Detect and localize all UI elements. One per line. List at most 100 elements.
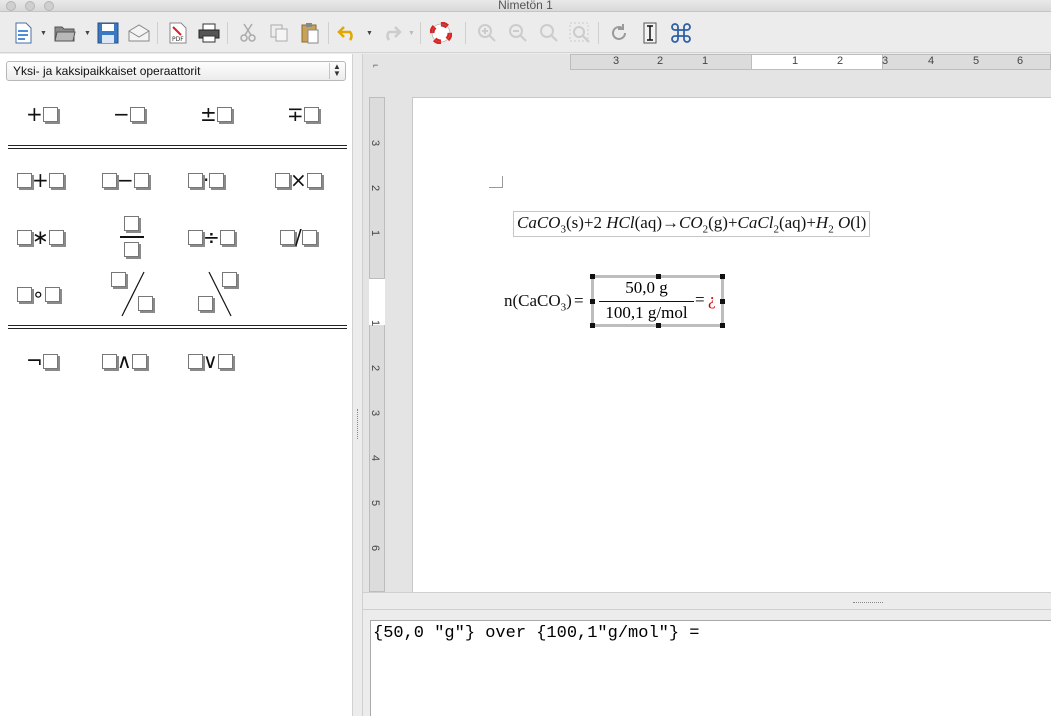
open-button[interactable] (52, 20, 78, 46)
paste-button[interactable] (297, 20, 323, 46)
formula-cursor-button[interactable] (637, 20, 663, 46)
email-button[interactable] (126, 20, 152, 46)
placeholder-box-icon (102, 173, 117, 188)
zoom-in-button[interactable] (474, 20, 500, 46)
wide-backslash-element[interactable] (195, 268, 247, 318)
ruler-number: 5 (369, 499, 382, 507)
wide-slash-element[interactable] (108, 268, 160, 318)
copy-icon (270, 24, 288, 42)
element-category-value: Yksi- ja kaksipaikkaiset operaattorit (13, 64, 201, 78)
new-document-button[interactable] (10, 20, 36, 46)
placeholder-box-icon (17, 230, 32, 245)
binary-cdot-element[interactable]: · (188, 170, 225, 192)
editor-splitter[interactable] (363, 592, 1051, 610)
new-document-icon (15, 22, 32, 44)
open-dropdown-arrow[interactable]: ▼ (84, 30, 91, 37)
refresh-button[interactable] (606, 20, 632, 46)
placeholder-box-icon (209, 173, 225, 188)
cut-icon (240, 23, 256, 42)
document-page[interactable]: CaCO3(s)+2 HCl(aq)→CO2(g)+CaCl2(aq)+H2 O… (412, 97, 1051, 592)
resize-handle[interactable] (720, 274, 725, 279)
redo-button[interactable] (378, 20, 404, 46)
reaction-equation[interactable]: CaCO3(s)+2 HCl(aq)→CO2(g)+CaCl2(aq)+H2 O… (513, 211, 871, 238)
svg-text:PDF: PDF (172, 36, 184, 43)
command-editor[interactable]: {50,0 "g"} over {100,1"g/mol"} = (370, 620, 1051, 716)
binary-slash-element[interactable]: / (280, 227, 317, 249)
resize-handle[interactable] (590, 323, 595, 328)
margin-corner-mark (489, 176, 503, 188)
symbol-label: ∧ (117, 349, 132, 373)
placeholder-box-icon (42, 354, 58, 369)
binary-divide-element[interactable]: ÷ (188, 227, 235, 249)
resize-handle[interactable] (720, 299, 725, 304)
element-category-select[interactable]: Yksi- ja kaksipaikkaiset operaattorit ▲ ▼ (6, 61, 346, 81)
ruler-number: 3 (882, 55, 889, 67)
redo-dropdown-arrow[interactable]: ▼ (408, 30, 415, 37)
binary-asterisk-element[interactable]: ∗ (17, 227, 64, 249)
logic-and-element[interactable]: ∧ (102, 351, 147, 373)
ruler-number: 2 (369, 364, 382, 372)
binary-times-element[interactable]: × (275, 170, 322, 192)
ruler-number: 3 (369, 139, 382, 147)
panel-splitter[interactable] (352, 54, 363, 716)
copy-button[interactable] (266, 20, 292, 46)
symbol-label: ∓ (287, 102, 304, 126)
cut-button[interactable] (235, 20, 261, 46)
undo-dropdown-arrow[interactable]: ▼ (366, 30, 373, 37)
logic-not-element[interactable]: ¬ (26, 351, 58, 373)
zoom-100-icon (540, 24, 558, 42)
logic-or-element[interactable]: ∨ (188, 351, 233, 373)
fraction-bar (120, 236, 144, 238)
resize-handle[interactable] (590, 274, 595, 279)
paste-icon (301, 23, 319, 44)
new-dropdown-arrow[interactable]: ▼ (40, 30, 47, 37)
unary-plus-element[interactable]: + (26, 104, 58, 126)
resize-handle[interactable] (590, 299, 595, 304)
fraction-element[interactable] (120, 214, 146, 262)
placeholder-box-icon (275, 173, 290, 188)
placeholder-box-icon (48, 173, 64, 188)
chevron-updown-icon: ▲ ▼ (329, 63, 344, 79)
placeholder-box-icon (198, 296, 213, 311)
horizontal-ruler[interactable]: 3 2 1 1 2 3 4 5 6 (570, 54, 1051, 70)
placeholder-box-icon (42, 107, 58, 122)
standard-toolbar: ▼ ▼ PDF ▼ ▼ (0, 13, 1051, 53)
open-folder-icon (54, 26, 76, 42)
unary-plus-minus-element[interactable]: ± (200, 104, 232, 126)
ruler-number: 1 (369, 229, 382, 237)
selected-formula-frame[interactable]: 50,0 g 100,1 g/mol = ¿ (590, 274, 725, 328)
print-button[interactable] (196, 20, 222, 46)
undo-button[interactable] (335, 20, 361, 46)
unary-minus-plus-element[interactable]: ∓ (287, 104, 319, 126)
window-title: Nimetön 1 (498, 0, 553, 12)
vertical-ruler[interactable]: 3 2 1 1 2 3 4 5 6 (369, 97, 385, 592)
resize-handle[interactable] (720, 323, 725, 328)
undo-icon (337, 26, 353, 41)
zoom-out-button[interactable] (505, 20, 531, 46)
redo-icon (386, 26, 402, 41)
save-button[interactable] (95, 20, 121, 46)
binary-plus-element[interactable]: + (17, 170, 64, 192)
ruler-number: 4 (928, 55, 935, 67)
symbols-button[interactable] (668, 20, 694, 46)
save-icon (97, 22, 119, 44)
section-divider (8, 325, 347, 329)
placeholder-box-icon (48, 230, 64, 245)
zoom-out-icon (509, 24, 527, 42)
resize-handle[interactable] (656, 323, 661, 328)
ruler-number: 5 (973, 55, 980, 67)
unary-minus-element[interactable]: − (113, 104, 145, 126)
placeholder-box-icon (219, 230, 235, 245)
symbol-label: ÷ (203, 225, 220, 249)
binary-circ-element[interactable]: ∘ (17, 284, 60, 306)
symbol-label: ∘ (32, 282, 45, 306)
ruler-page-area (369, 279, 385, 325)
zoom-100-button[interactable] (536, 20, 562, 46)
fraction-denominator: 100,1 g/mol (605, 303, 688, 322)
cursor-icon (643, 22, 657, 44)
zoom-fit-button[interactable] (567, 20, 593, 46)
binary-minus-element[interactable]: − (102, 170, 149, 192)
help-button[interactable] (428, 20, 454, 46)
export-pdf-button[interactable]: PDF (165, 20, 191, 46)
placeholder-box-icon (188, 354, 203, 369)
